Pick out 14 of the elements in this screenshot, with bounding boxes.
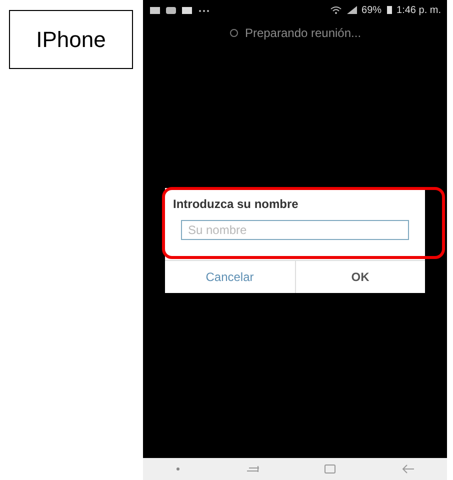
device-label: IPhone xyxy=(9,10,133,69)
battery-level: 69% xyxy=(362,4,382,16)
dialog-title: Introduzca su nombre xyxy=(173,197,300,211)
recent-apps-icon xyxy=(246,464,260,474)
home-icon xyxy=(324,464,336,474)
status-message: Preparando reunión... xyxy=(244,26,362,40)
wifi-icon xyxy=(330,5,342,15)
signal-icon xyxy=(346,5,358,15)
back-icon xyxy=(400,464,415,474)
name-input[interactable]: Su nombre xyxy=(181,220,409,240)
clock: 1:46 p. m. xyxy=(396,4,441,16)
spinner-icon xyxy=(228,28,239,38)
dot-icon xyxy=(175,466,182,472)
battery-icon xyxy=(386,5,393,15)
